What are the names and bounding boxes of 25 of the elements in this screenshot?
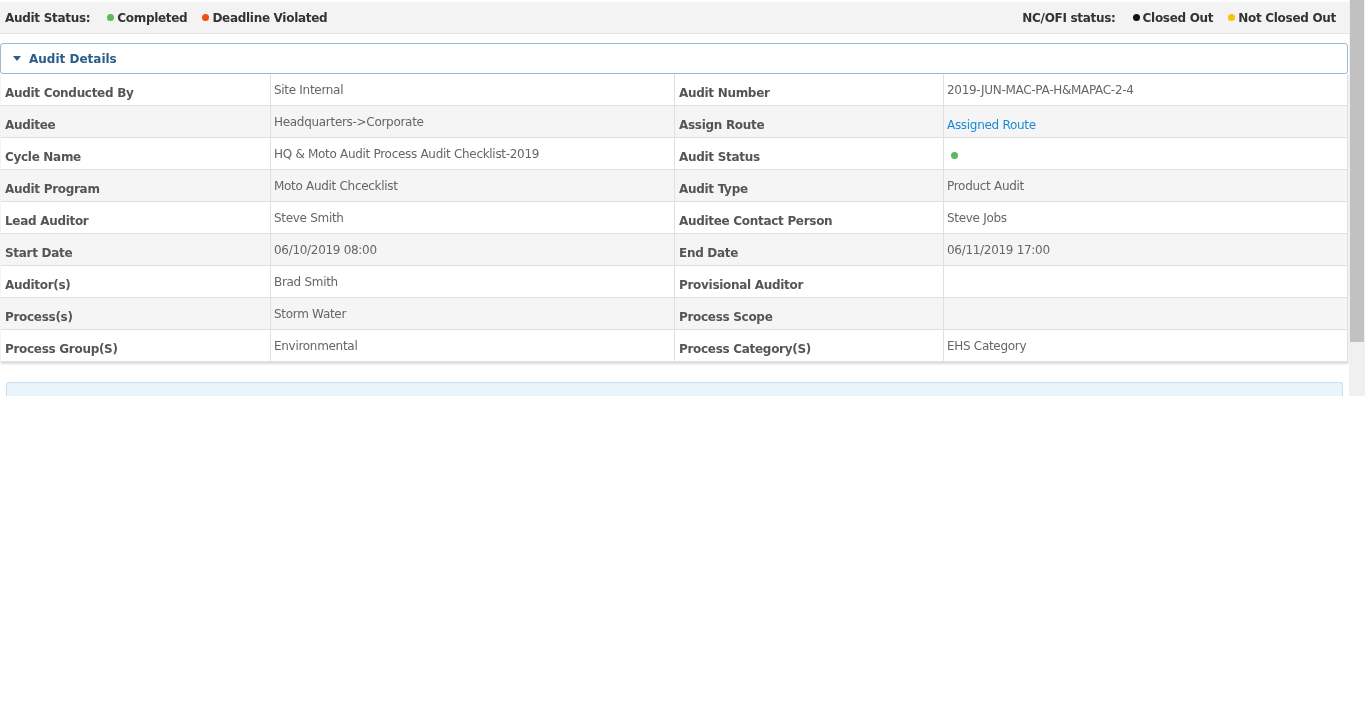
caret-icon[interactable] [13, 56, 21, 62]
field-value: Steve Jobs [947, 211, 1007, 226]
field-value: 06/11/2019 17:00 [947, 243, 1050, 258]
field-value: Product Audit [947, 179, 1024, 194]
legend-label: Closed Out [1142, 9, 1214, 27]
field-value: Moto Audit Chcecklist [274, 179, 398, 194]
legend-label: Completed [117, 9, 188, 27]
field-value: 2019-JUN-MAC-PA-H&MAPAC-2-4 [947, 83, 1134, 98]
field-value: Storm Water [274, 307, 347, 322]
field-value: Brad Smith [274, 275, 338, 290]
field-label: Process Category(S) [675, 330, 944, 363]
field-value: Steve Smith [274, 211, 344, 226]
field-value: HQ & Moto Audit Process Audit Checklist-2019 [274, 147, 540, 162]
field-value: EHS Category [947, 339, 1027, 354]
legend-title: Audit Status: [5, 9, 91, 27]
field-value: Site Internal [274, 83, 344, 98]
field-value: Environmental [274, 339, 358, 354]
legend-title: NC/OFI status: [1022, 9, 1116, 27]
field-value: 06/10/2019 08:00 [274, 243, 377, 258]
legend-label: Deadline Violated [212, 9, 328, 27]
field-label: Process Group(S) [1, 330, 271, 363]
section-title[interactable]: Audit Details [29, 49, 117, 68]
route-link[interactable]: Assigned Route [947, 116, 1036, 135]
legend-label: Not Closed Out [1238, 9, 1336, 27]
field-value: Headquarters->Corporate [274, 115, 424, 130]
